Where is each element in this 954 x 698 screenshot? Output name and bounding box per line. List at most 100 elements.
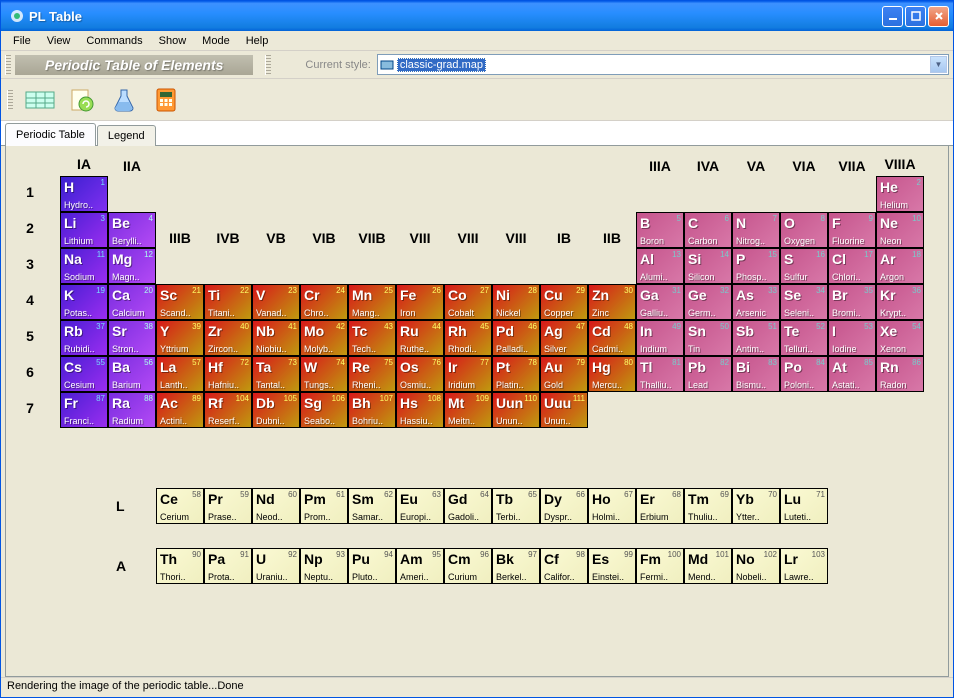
- element-Ne[interactable]: 10NeNeon: [876, 212, 924, 248]
- element-Pt[interactable]: 78PtPlatin..: [492, 356, 540, 392]
- element-Cd[interactable]: 48CdCadmi..: [588, 320, 636, 356]
- element-Mn[interactable]: 25MnMang..: [348, 284, 396, 320]
- element-Ir[interactable]: 77IrIridium: [444, 356, 492, 392]
- element-Dy[interactable]: 66DyDyspr..: [540, 488, 588, 524]
- element-Hs[interactable]: 108HsHassiu..: [396, 392, 444, 428]
- element-Y[interactable]: 39YYttrium: [156, 320, 204, 356]
- element-Bi[interactable]: 83BiBismu..: [732, 356, 780, 392]
- element-Pa[interactable]: 91PaProta..: [204, 548, 252, 584]
- element-Zr[interactable]: 40ZrZircon..: [204, 320, 252, 356]
- element-Ta[interactable]: 73TaTantal..: [252, 356, 300, 392]
- menu-file[interactable]: File: [5, 33, 39, 49]
- element-Ca[interactable]: 20CaCalcium: [108, 284, 156, 320]
- close-button[interactable]: [928, 6, 949, 27]
- element-Zn[interactable]: 30ZnZinc: [588, 284, 636, 320]
- element-Au[interactable]: 79AuGold: [540, 356, 588, 392]
- element-Ho[interactable]: 67HoHolmi..: [588, 488, 636, 524]
- element-B[interactable]: 5BBoron: [636, 212, 684, 248]
- element-Np[interactable]: 93NpNeptu..: [300, 548, 348, 584]
- element-Be[interactable]: 4BeBerylli..: [108, 212, 156, 248]
- element-Fe[interactable]: 26FeIron: [396, 284, 444, 320]
- element-F[interactable]: 9FFluorine: [828, 212, 876, 248]
- element-Cm[interactable]: 96CmCurium: [444, 548, 492, 584]
- element-Hf[interactable]: 72HfHafniu..: [204, 356, 252, 392]
- element-Br[interactable]: 35BrBromi..: [828, 284, 876, 320]
- element-Xe[interactable]: 54XeXenon: [876, 320, 924, 356]
- element-Db[interactable]: 105DbDubni..: [252, 392, 300, 428]
- element-Ar[interactable]: 18ArArgon: [876, 248, 924, 284]
- element-Kr[interactable]: 36KrKrypt..: [876, 284, 924, 320]
- element-Rb[interactable]: 37RbRubidi..: [60, 320, 108, 356]
- element-Pm[interactable]: 61PmProm..: [300, 488, 348, 524]
- element-Er[interactable]: 68ErErbium: [636, 488, 684, 524]
- element-Nd[interactable]: 60NdNeod..: [252, 488, 300, 524]
- element-Si[interactable]: 14SiSilicon: [684, 248, 732, 284]
- element-Sc[interactable]: 21ScScand..: [156, 284, 204, 320]
- element-At[interactable]: 85AtAstati..: [828, 356, 876, 392]
- element-Sr[interactable]: 38SrStron..: [108, 320, 156, 356]
- element-N[interactable]: 7NNitrog..: [732, 212, 780, 248]
- table-view-button[interactable]: [21, 82, 59, 118]
- element-As[interactable]: 33AsArsenic: [732, 284, 780, 320]
- element-Hg[interactable]: 80HgMercu..: [588, 356, 636, 392]
- tab-legend[interactable]: Legend: [97, 125, 156, 146]
- element-Na[interactable]: 11NaSodium: [60, 248, 108, 284]
- element-Os[interactable]: 76OsOsmiu..: [396, 356, 444, 392]
- element-Lr[interactable]: 103LrLawre..: [780, 548, 828, 584]
- element-Bh[interactable]: 107BhBohriu..: [348, 392, 396, 428]
- menu-view[interactable]: View: [39, 33, 79, 49]
- element-Ac[interactable]: 89AcActini..: [156, 392, 204, 428]
- menu-mode[interactable]: Mode: [194, 33, 238, 49]
- element-Mg[interactable]: 12MgMagn..: [108, 248, 156, 284]
- element-O[interactable]: 8OOxygen: [780, 212, 828, 248]
- style-dropdown[interactable]: classic-grad.map ▼: [377, 54, 949, 75]
- element-Tl[interactable]: 81TlThalliu..: [636, 356, 684, 392]
- element-Rn[interactable]: 86RnRadon: [876, 356, 924, 392]
- chevron-down-icon[interactable]: ▼: [930, 56, 947, 73]
- element-V[interactable]: 23VVanad..: [252, 284, 300, 320]
- element-Cr[interactable]: 24CrChro..: [300, 284, 348, 320]
- element-Re[interactable]: 75ReRheni..: [348, 356, 396, 392]
- grip-icon[interactable]: [7, 90, 13, 110]
- element-Th[interactable]: 90ThThori..: [156, 548, 204, 584]
- element-Ra[interactable]: 88RaRadium: [108, 392, 156, 428]
- maximize-button[interactable]: [905, 6, 926, 27]
- element-Pb[interactable]: 82PbLead: [684, 356, 732, 392]
- element-Ba[interactable]: 56BaBarium: [108, 356, 156, 392]
- element-Fm[interactable]: 100FmFermi..: [636, 548, 684, 584]
- element-Sb[interactable]: 51SbAntim..: [732, 320, 780, 356]
- element-Po[interactable]: 84PoPoloni..: [780, 356, 828, 392]
- element-Ru[interactable]: 44RuRuthe..: [396, 320, 444, 356]
- element-U[interactable]: 92UUraniu..: [252, 548, 300, 584]
- element-Pr[interactable]: 59PrPrase..: [204, 488, 252, 524]
- element-W[interactable]: 74WTungs..: [300, 356, 348, 392]
- element-No[interactable]: 102NoNobeli..: [732, 548, 780, 584]
- element-Te[interactable]: 52TeTelluri..: [780, 320, 828, 356]
- element-In[interactable]: 49InIndium: [636, 320, 684, 356]
- element-Uun[interactable]: 110UunUnun..: [492, 392, 540, 428]
- element-Rh[interactable]: 45RhRhodi..: [444, 320, 492, 356]
- element-Tc[interactable]: 43TcTech..: [348, 320, 396, 356]
- element-H[interactable]: 1HHydro..: [60, 176, 108, 212]
- titlebar[interactable]: PL Table: [1, 1, 953, 31]
- element-Bk[interactable]: 97BkBerkel..: [492, 548, 540, 584]
- element-Tm[interactable]: 69TmThuliu..: [684, 488, 732, 524]
- element-Li[interactable]: 3LiLithium: [60, 212, 108, 248]
- element-Sn[interactable]: 50SnTin: [684, 320, 732, 356]
- grip-icon[interactable]: [265, 55, 271, 75]
- element-Uuu[interactable]: 111UuuUnun..: [540, 392, 588, 428]
- element-La[interactable]: 57LaLanth..: [156, 356, 204, 392]
- element-Cl[interactable]: 17ClChlori..: [828, 248, 876, 284]
- element-S[interactable]: 16SSulfur: [780, 248, 828, 284]
- element-Ni[interactable]: 28NiNickel: [492, 284, 540, 320]
- element-K[interactable]: 19KPotas..: [60, 284, 108, 320]
- element-Ce[interactable]: 58CeCerium: [156, 488, 204, 524]
- element-Am[interactable]: 95AmAmeri..: [396, 548, 444, 584]
- element-Eu[interactable]: 63EuEuropi..: [396, 488, 444, 524]
- element-Mo[interactable]: 42MoMolyb..: [300, 320, 348, 356]
- element-Es[interactable]: 99EsEinstei..: [588, 548, 636, 584]
- element-P[interactable]: 15PPhosp..: [732, 248, 780, 284]
- element-Pu[interactable]: 94PuPluto..: [348, 548, 396, 584]
- element-I[interactable]: 53IIodine: [828, 320, 876, 356]
- element-Gd[interactable]: 64GdGadoli..: [444, 488, 492, 524]
